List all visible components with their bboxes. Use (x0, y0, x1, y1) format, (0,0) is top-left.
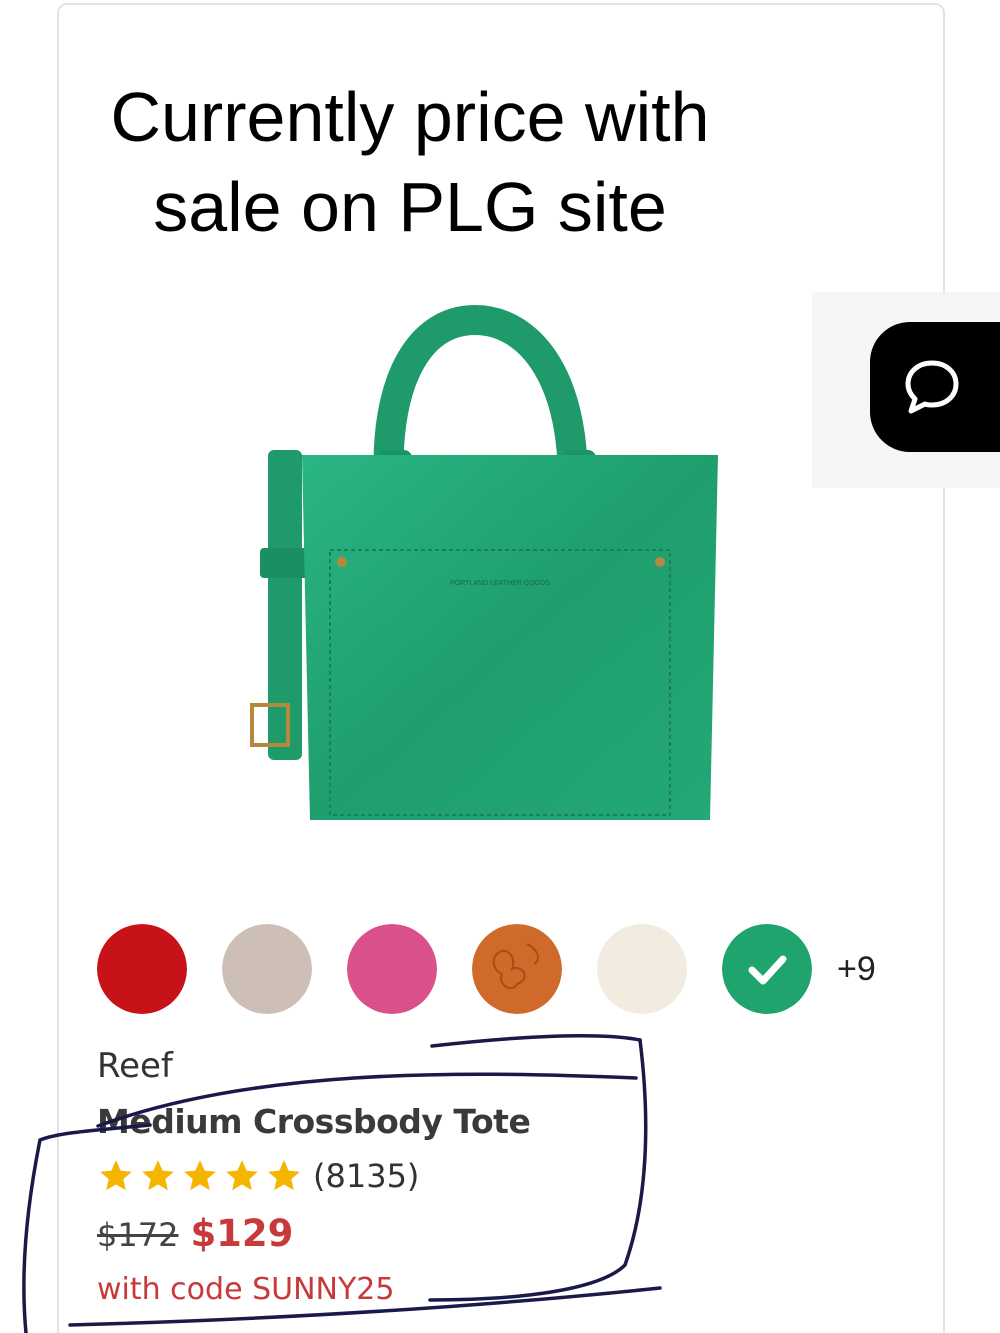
product-page: Currently price with sale on PLG site PO… (0, 0, 1000, 1333)
swatch-red-fill (97, 924, 187, 1014)
annotation-caption: Currently price with sale on PLG site (110, 78, 710, 246)
product-title[interactable]: Medium Crossbody Tote (97, 1102, 531, 1141)
swatch-red[interactable] (97, 924, 187, 1014)
swatch-reef-selected[interactable] (722, 924, 812, 1014)
swatch-pink-fill (347, 924, 437, 1014)
rating[interactable]: (8135) (97, 1156, 419, 1196)
color-swatches: +9 (97, 924, 897, 1016)
color-name: Reef (97, 1046, 173, 1086)
swatch-reef-fill (722, 924, 812, 1014)
star-icon (142, 1160, 174, 1191)
shoulder-strap (250, 450, 310, 760)
review-count: (8135) (313, 1157, 420, 1195)
star-rating (97, 1157, 307, 1195)
price-row: $172 $129 (97, 1212, 293, 1255)
swatch-orange-floral[interactable] (472, 924, 562, 1014)
more-colors-count[interactable]: +9 (837, 950, 876, 989)
swatch-taupe-fill (222, 924, 312, 1014)
promo-code: with code SUNNY25 (97, 1272, 395, 1307)
swatch-cream[interactable] (597, 924, 687, 1014)
brand-stamp: PORTLAND LEATHER GOODS (450, 580, 550, 587)
original-price: $172 (97, 1216, 179, 1254)
star-icon (226, 1160, 258, 1191)
star-icon (100, 1160, 132, 1191)
chat-button[interactable] (870, 322, 1000, 452)
star-icon (184, 1160, 216, 1191)
product-image[interactable]: PORTLAND LEATHER GOODS (230, 300, 750, 840)
bag-body (302, 455, 718, 820)
swatch-taupe[interactable] (222, 924, 312, 1014)
star-icon (268, 1160, 300, 1191)
chat-bubble-icon (905, 360, 959, 414)
swatch-pink[interactable] (347, 924, 437, 1014)
sale-price: $129 (190, 1212, 294, 1255)
swatch-cream-fill (597, 924, 687, 1014)
